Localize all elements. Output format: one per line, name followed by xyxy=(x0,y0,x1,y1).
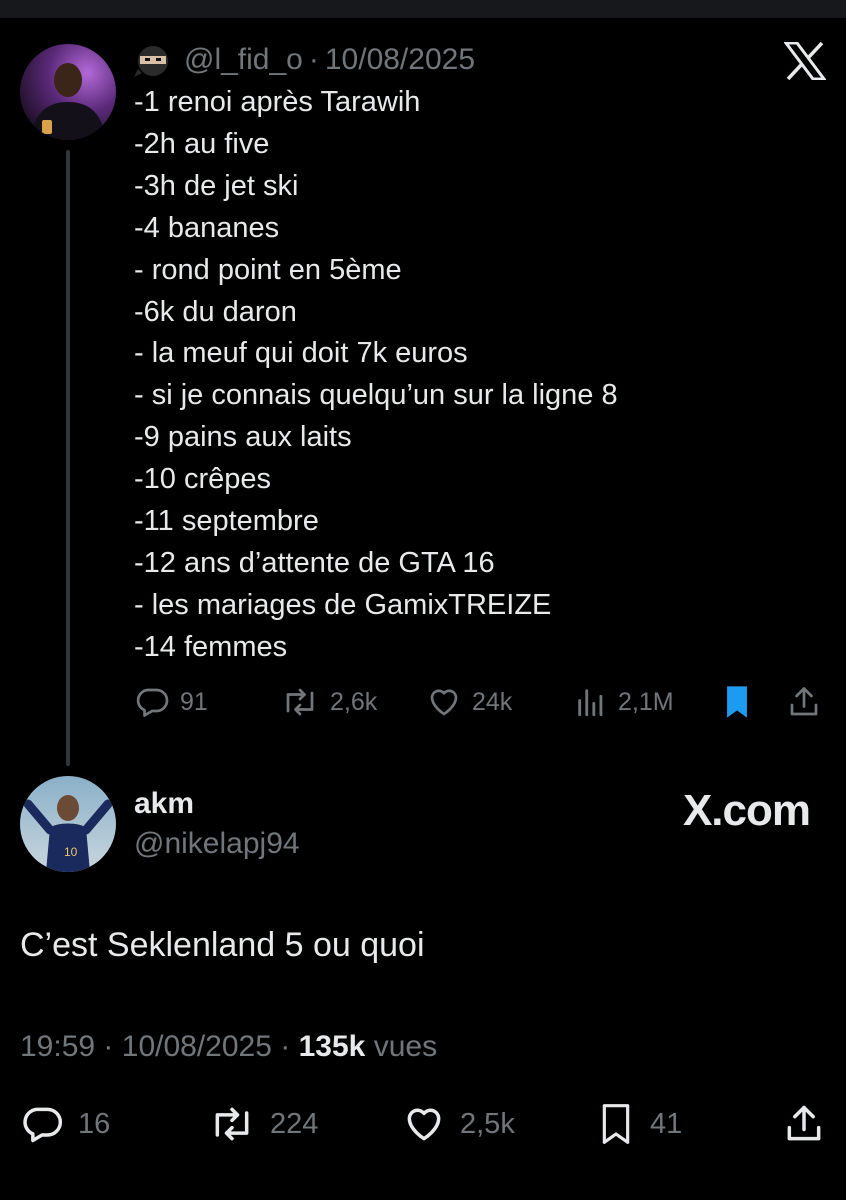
tweet-line: -9 pains aux laits xyxy=(134,421,352,454)
tweet-line: -12 ans d’attente de GTA 16 xyxy=(134,546,495,579)
bookmark-icon xyxy=(602,1104,630,1144)
share-icon xyxy=(787,1105,821,1141)
reply-time[interactable]: 19:59 xyxy=(20,1030,95,1063)
meta-separator: · xyxy=(280,1030,291,1063)
thread-connector-line xyxy=(66,150,70,766)
tweet-line: -1 renoi après Tarawih xyxy=(134,86,421,118)
reply-button[interactable]: 16 xyxy=(20,1098,110,1150)
avatar-quoted-author[interactable] xyxy=(20,44,116,140)
reply-views-count: 135k xyxy=(298,1030,366,1063)
reply-tweet-actions: 16 224 2,5k 41 xyxy=(20,1098,826,1150)
repost-count: 224 xyxy=(270,1107,319,1140)
tweet-line: -11 septembre xyxy=(134,505,319,538)
repost-icon xyxy=(286,688,314,716)
header-separator: · xyxy=(308,43,319,76)
quoted-author-handle[interactable]: @l_fid_o xyxy=(184,43,303,77)
tweet-line: -2h au five xyxy=(134,127,270,160)
reply-author-name[interactable]: akm xyxy=(134,784,300,824)
tweet-line: - si je connais quelqu’un sur la ligne 8 xyxy=(134,379,618,412)
reply-count: 91 xyxy=(180,687,208,716)
quoted-tweet-header: @l_fid_o · 10/08/2025 xyxy=(134,40,475,80)
reply-icon xyxy=(136,688,169,717)
reply-count: 16 xyxy=(78,1107,111,1140)
reply-tweet-text: C’est Seklenland 5 ou quoi xyxy=(20,926,425,964)
like-count: 24k xyxy=(472,687,513,716)
like-icon xyxy=(407,1108,441,1141)
tweet-line: -14 femmes xyxy=(134,630,288,663)
reply-date[interactable]: 10/08/2025 xyxy=(122,1030,272,1063)
bookmark-button[interactable] xyxy=(720,678,754,726)
bookmark-button[interactable]: 41 xyxy=(596,1098,682,1150)
quoted-tweet-date[interactable]: 10/08/2025 xyxy=(325,43,475,77)
top-band xyxy=(0,0,846,18)
svg-text:10: 10 xyxy=(64,845,78,859)
ninja-emoji-icon xyxy=(134,46,168,77)
tweet-line: - les mariages de GamixTREIZE xyxy=(134,588,552,621)
xcom-brand: X.com xyxy=(682,786,811,835)
repost-icon xyxy=(215,1107,249,1141)
tweet-line: -4 bananes xyxy=(134,211,280,244)
like-icon xyxy=(430,689,458,716)
share-icon xyxy=(790,687,818,716)
reply-author-handle[interactable]: @nikelapj94 xyxy=(134,824,300,864)
reply-tweet-meta: 19:59 · 10/08/2025 · 135k vues xyxy=(20,1030,437,1064)
quoted-tweet-text: -1 renoi après Tarawih -2h au five -3h d… xyxy=(134,82,618,669)
reply-button[interactable]: 91 xyxy=(134,678,208,726)
reply-views-label: vues xyxy=(373,1030,438,1063)
reply-author-info: akm @nikelapj94 xyxy=(134,784,300,864)
bookmark-count: 41 xyxy=(650,1107,683,1140)
share-button[interactable] xyxy=(786,678,822,726)
reply-icon xyxy=(23,1107,63,1143)
repost-button[interactable]: 2,6k xyxy=(280,678,377,726)
repost-count: 2,6k xyxy=(330,687,378,716)
meta-separator: · xyxy=(103,1030,114,1063)
x-logo-icon[interactable] xyxy=(784,42,826,80)
tweet-line: -6k du daron xyxy=(134,295,297,328)
tweet-line: - la meuf qui doit 7k euros xyxy=(134,337,468,370)
tweet-line: -10 crêpes xyxy=(134,463,272,496)
like-button[interactable]: 24k xyxy=(426,678,512,726)
like-button[interactable]: 2,5k xyxy=(402,1098,515,1150)
repost-button[interactable]: 224 xyxy=(208,1098,318,1150)
views-button[interactable]: 2,1M xyxy=(574,678,674,726)
tweet-line: - rond point en 5ème xyxy=(134,253,402,286)
share-button[interactable] xyxy=(782,1098,826,1150)
avatar-reply-author[interactable]: 10 xyxy=(20,776,116,872)
quoted-tweet-actions: 91 2,6k 24k 2,1M xyxy=(134,678,824,726)
like-count: 2,5k xyxy=(460,1107,515,1140)
views-count: 2,1M xyxy=(618,687,674,716)
tweet-line: -3h de jet ski xyxy=(134,169,299,202)
views-icon xyxy=(578,689,603,717)
bookmark-icon xyxy=(727,686,747,718)
